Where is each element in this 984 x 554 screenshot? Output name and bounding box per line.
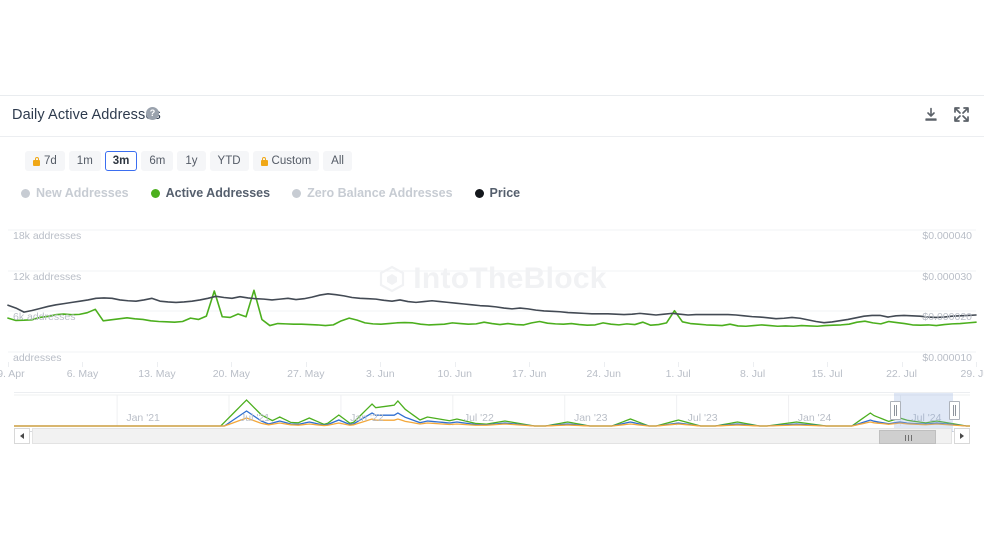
download-icon[interactable] [923,107,939,123]
range-button-6m[interactable]: 6m [141,151,174,171]
navigator-tick-label: Jul '22 [463,412,494,424]
x-axis-tick-mark [901,362,903,367]
x-axis-tick-label: 10. Jun [437,368,472,380]
main-chart-plot[interactable] [0,215,984,365]
x-axis-tick-mark [752,362,754,367]
legend-label: Active Addresses [165,186,271,200]
x-axis-tick-label: 1. Jul [665,368,691,380]
x-axis-tick-mark [827,362,829,367]
plot-svg [7,229,977,353]
y-right-tick-40: $0.000040 [922,230,972,242]
time-range-selector: 7d 1m 3m 6m 1y YTD Custom All [25,151,352,171]
x-axis-tick-mark [82,362,84,367]
x-axis-tick-label: 13. May [138,368,176,380]
range-button-custom[interactable]: Custom [252,151,320,171]
x-axis-tick-label: 20. May [212,368,251,380]
series-line [7,293,977,324]
x-axis-tick-label: 29. Jul [960,368,984,380]
legend-item-new-addresses[interactable]: New Addresses [21,186,129,200]
range-label: Custom [271,155,312,167]
range-button-ytd[interactable]: YTD [209,151,249,171]
x-axis-tick-mark [678,362,680,367]
scrollbar-track[interactable] [32,428,952,444]
chart-legend: New Addresses Active Addresses Zero Bala… [21,186,520,200]
help-circle-icon[interactable]: ? [146,107,159,120]
range-label: 6m [149,155,166,167]
x-axis-tick-label: 15. Jul [811,368,843,380]
y-right-tick-30: $0.000030 [922,271,972,283]
navigator-handle-right[interactable] [948,401,960,420]
x-axis-tick-mark [305,362,307,367]
page-title: Daily Active Addresses [12,107,161,123]
range-label: 1y [185,155,198,167]
legend-item-active-addresses[interactable]: Active Addresses [150,186,271,200]
navigator-tick-label: Jul '21 [240,412,271,424]
x-axis-tick-label: 29. Apr [0,368,25,380]
navigator-selection[interactable] [893,393,953,432]
range-label: YTD [217,155,241,167]
x-axis-tick-mark [976,362,977,367]
x-axis-tick-mark [380,362,382,367]
scrollbar-thumb[interactable] [879,430,937,444]
navigator-tick-label: Jan '21 [126,412,160,424]
x-axis-tick-mark [8,362,9,367]
range-label: 7d [44,155,57,167]
range-button-7d[interactable]: 7d [25,151,65,171]
x-axis-tick-mark [454,362,456,367]
x-axis-tick-mark [529,362,531,367]
y-left-tick-12k: 12k addresses [13,271,82,283]
y-left-tick-0: addresses [13,352,62,364]
navigator-tick-label: Jan '24 [797,412,832,424]
x-axis-ticks: 29. Apr 6. May 13. May 20. May 27. May 3. Jun… [0,362,984,384]
series-line [7,289,977,328]
legend-dot-icon [150,188,160,198]
y-right-tick-20: $0.000020 [922,311,972,323]
navigator-tick-label: Jul '23 [687,412,718,424]
range-label: 1m [76,155,93,167]
legend-label: Zero Balance Addresses [307,186,453,200]
x-axis-tick-mark [231,362,233,367]
navigator-tick-label: Jan '22 [350,412,384,424]
range-button-1m[interactable]: 1m [68,151,101,171]
legend-dot-icon [21,188,30,198]
range-navigator[interactable]: Jan '21 Jul '21 Jan '22 Jul '22 Jan '23 Jul '… [14,392,970,432]
header-actions [923,106,970,123]
x-axis-tick-mark [156,362,158,367]
y-left-tick-18k: 18k addresses [13,230,82,242]
legend-dot-icon [292,188,302,198]
x-axis-tick-label: 3. Jun [365,368,395,380]
x-axis-tick-label: 17. Jun [511,368,547,380]
chevron-right-icon[interactable] [954,428,970,444]
lock-icon [260,156,268,166]
y-left-tick-6k: 6k addresses [13,311,76,323]
navigator-handle-left[interactable] [889,401,901,420]
range-label: All [331,155,344,167]
range-button-3m[interactable]: 3m [104,151,138,171]
fullscreen-icon[interactable] [953,106,970,123]
legend-label: New Addresses [36,186,129,200]
x-axis-tick-label: 22. Jul [886,368,917,380]
legend-item-price[interactable]: Price [474,186,521,200]
chevron-left-icon[interactable] [14,428,30,444]
y-right-tick-10: $0.000010 [922,352,972,364]
x-axis-tick-label: 24. Jun [586,368,621,380]
lock-icon [33,156,40,166]
legend-item-zero-balance-addresses[interactable]: Zero Balance Addresses [292,186,453,200]
legend-label: Price [489,186,521,200]
x-axis-tick-label: 27. May [287,368,325,380]
legend-dot-icon [474,188,484,198]
navigator-tick-label: Jan '23 [573,412,608,424]
x-axis-tick-label: 6. May [66,368,99,380]
navigator-scrollbar[interactable] [14,428,970,444]
chart-card-root: Daily Active Addresses ? 7d 1m 3m 6m 1y … [0,0,984,554]
x-axis-tick-mark [603,362,605,367]
range-button-1y[interactable]: 1y [177,151,206,171]
x-axis-tick-label: 8. Jul [740,368,766,380]
range-label: 3m [112,155,130,167]
range-button-all[interactable]: All [323,151,352,171]
